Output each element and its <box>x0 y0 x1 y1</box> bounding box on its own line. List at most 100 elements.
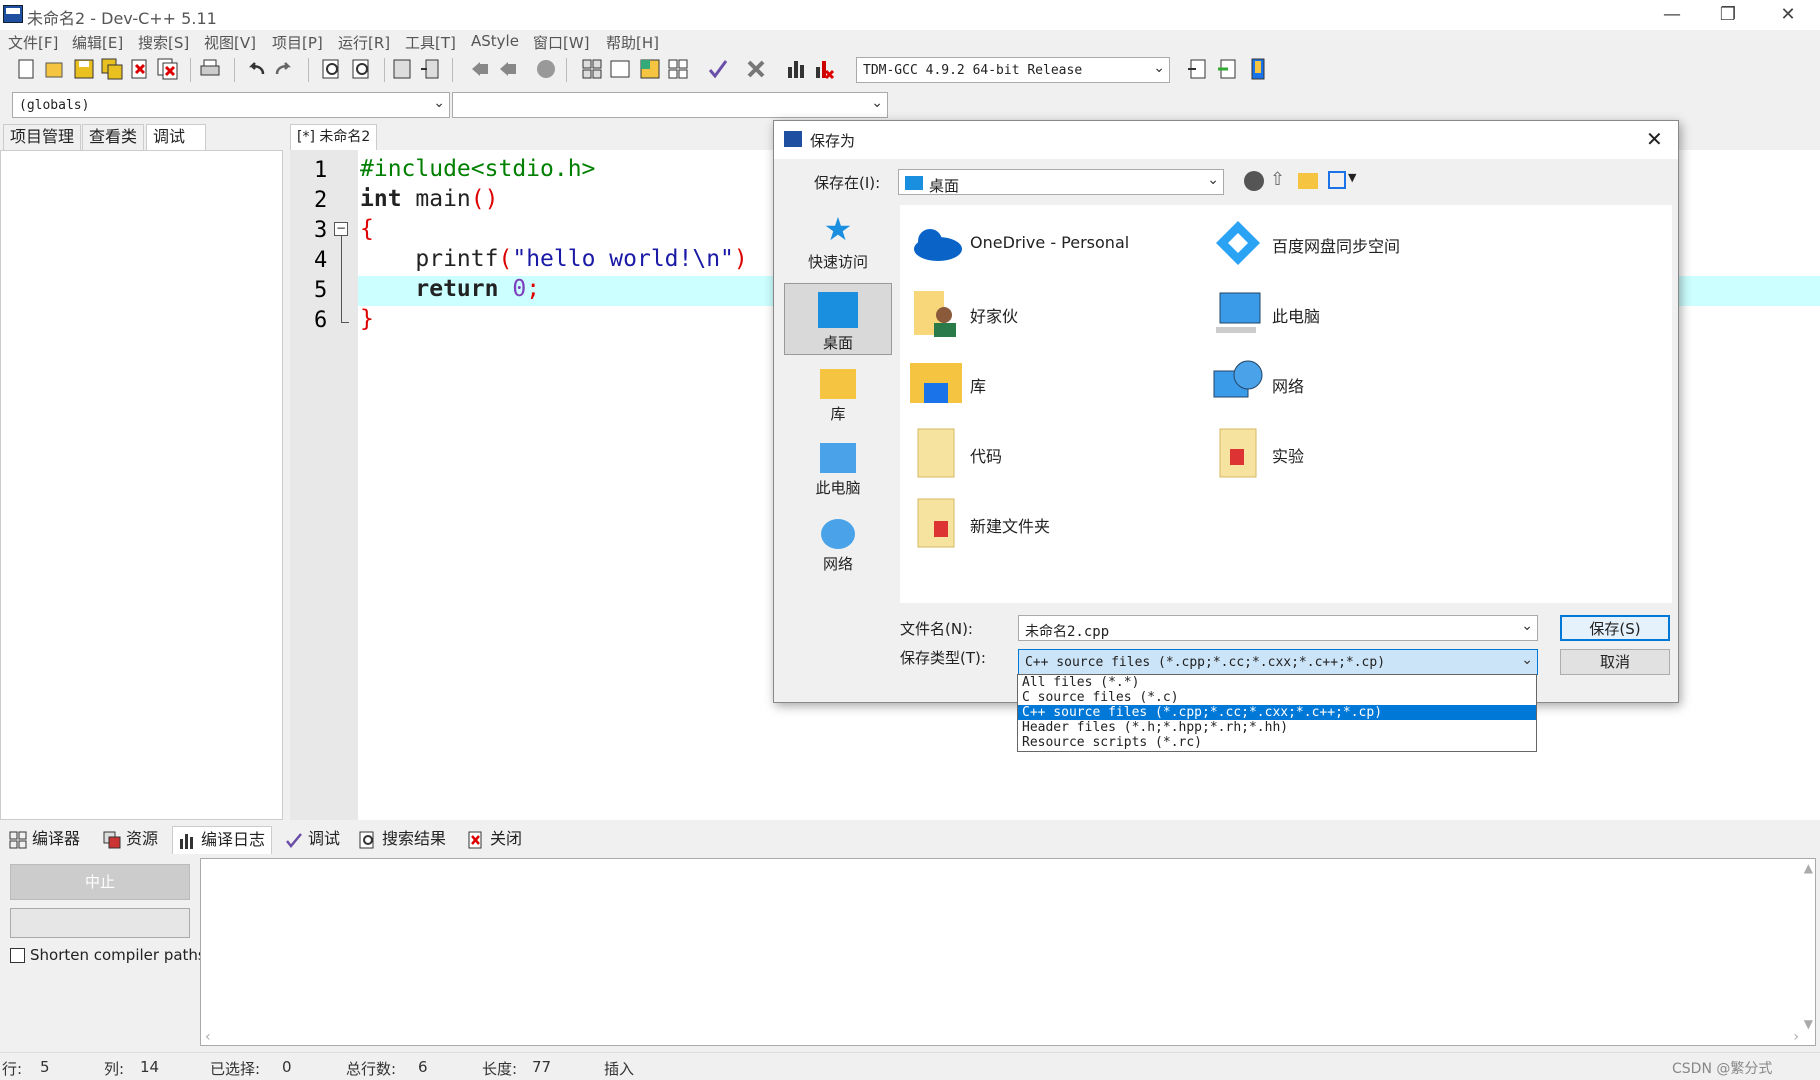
nav-desktop[interactable]: 桌面 <box>784 283 892 355</box>
menu-file[interactable]: 文件[F] <box>8 32 58 53</box>
chevron-down-icon: ⌄ <box>1207 172 1219 188</box>
open-file-icon[interactable] <box>42 57 66 81</box>
toggle-comment-icon[interactable] <box>1246 57 1270 81</box>
compiler-select[interactable]: TDM-GCC 4.9.2 64-bit Release ⌄ <box>856 57 1170 83</box>
print-icon[interactable] <box>198 57 222 81</box>
bookmark-icon[interactable] <box>534 57 558 81</box>
redo-icon[interactable] <box>272 57 296 81</box>
tab-debug[interactable]: 调试 <box>146 124 206 150</box>
menu-run[interactable]: 运行[R] <box>338 32 390 53</box>
forward-icon[interactable] <box>496 57 520 81</box>
menu-tools[interactable]: 工具[T] <box>405 32 456 53</box>
back-icon[interactable] <box>468 57 492 81</box>
menu-search[interactable]: 搜索[S] <box>138 32 189 53</box>
goto-icon[interactable] <box>1216 57 1240 81</box>
new-folder-icon[interactable] <box>1298 173 1318 189</box>
chevron-down-icon: ⌄ <box>871 95 883 111</box>
filename-input[interactable]: 未命名2.cpp ⌄ <box>1018 615 1538 641</box>
compile-log-output[interactable]: ▲ ▼ ‹ › <box>200 858 1816 1046</box>
devcpp-logo-icon <box>3 5 23 23</box>
filetype-select[interactable]: C++ source files (*.cpp;*.cc;*.cxx;*.c++… <box>1018 649 1538 675</box>
filetype-option[interactable]: C source files (*.c) <box>1018 690 1536 705</box>
unindent-icon[interactable] <box>418 57 442 81</box>
nav-this-pc[interactable]: 此电脑 <box>784 443 892 498</box>
save-icon[interactable] <box>72 57 96 81</box>
computer-icon <box>820 443 856 473</box>
filetype-option[interactable]: Resource scripts (*.rc) <box>1018 735 1536 750</box>
filetype-dropdown[interactable]: All files (*.*) C source files (*.c) C++… <box>1017 674 1537 752</box>
tab-classes[interactable]: 查看类 <box>82 124 145 150</box>
scroll-up-icon[interactable]: ▲ <box>1804 861 1813 875</box>
view-menu-icon[interactable] <box>1328 171 1346 189</box>
close-file-icon[interactable] <box>128 57 152 81</box>
menu-window[interactable]: 窗口[W] <box>533 32 590 53</box>
tab-close[interactable]: 关闭 <box>462 826 522 854</box>
menu-view[interactable]: 视图[V] <box>204 32 256 53</box>
tab-compiler[interactable]: 编译器 <box>4 826 80 854</box>
desktop-icon <box>905 176 923 190</box>
close-all-icon[interactable] <box>156 57 180 81</box>
menu-astyle[interactable]: AStyle <box>471 32 519 50</box>
menu-edit[interactable]: 编辑[E] <box>72 32 123 53</box>
globals-select[interactable]: (globals) ⌄ <box>12 92 450 118</box>
stop-icon[interactable] <box>744 57 768 81</box>
line-number: 4 <box>314 248 328 273</box>
shorten-paths-checkbox[interactable] <box>10 948 25 963</box>
tab-search-results[interactable]: 搜索结果 <box>354 826 446 854</box>
fold-toggle-icon[interactable]: − <box>334 222 348 236</box>
compile-icon[interactable] <box>580 57 604 81</box>
new-file-icon[interactable] <box>14 57 38 81</box>
baidu-netdisk-icon <box>1210 215 1266 271</box>
minimize-button[interactable]: — <box>1646 2 1698 28</box>
nav-quick-access[interactable]: ★ 快速访问 <box>784 211 892 272</box>
status-col-label: 列: <box>104 1060 125 1078</box>
close-button[interactable]: ✕ <box>1762 2 1814 28</box>
run-icon[interactable] <box>608 57 632 81</box>
restore-button[interactable]: ❐ <box>1702 2 1754 28</box>
filetype-option[interactable]: All files (*.*) <box>1018 675 1536 690</box>
cancel-button[interactable]: 取消 <box>1560 649 1670 675</box>
menu-bar: 文件[F] 编辑[E] 搜索[S] 视图[V] 项目[P] 运行[R] 工具[T… <box>0 30 1820 52</box>
save-in-select[interactable]: 桌面 ⌄ <box>898 169 1224 195</box>
computer-icon <box>1210 285 1266 341</box>
back-icon[interactable] <box>1244 171 1264 191</box>
status-sel: 0 <box>282 1058 292 1076</box>
insert-icon[interactable] <box>1186 57 1210 81</box>
function-select[interactable]: ⌄ <box>452 92 888 118</box>
find-icon[interactable] <box>320 57 344 81</box>
status-mode: 插入 <box>604 1060 635 1078</box>
menu-help[interactable]: 帮助[H] <box>606 32 659 53</box>
chart-icon[interactable] <box>784 57 808 81</box>
tab-project[interactable]: 项目管理 <box>3 124 82 150</box>
tab-compile-log[interactable]: 编译日志 <box>172 826 273 854</box>
save-all-icon[interactable] <box>100 57 124 81</box>
status-lines: 6 <box>418 1058 428 1076</box>
indent-icon[interactable] <box>390 57 414 81</box>
scroll-left-icon[interactable]: ‹ <box>205 1029 211 1045</box>
status-col: 14 <box>140 1058 160 1076</box>
up-folder-icon[interactable]: ⇧ <box>1270 169 1285 190</box>
tab-resources[interactable]: 资源 <box>98 826 158 854</box>
filetype-option[interactable]: Header files (*.h;*.hpp;*.rh;*.hh) <box>1018 720 1536 735</box>
tab-editor-file[interactable]: [*] 未命名2 <box>290 124 378 150</box>
undo-icon[interactable] <box>244 57 268 81</box>
filetype-option-selected[interactable]: C++ source files (*.cpp;*.cc;*.cxx;*.c++… <box>1018 705 1536 720</box>
scroll-down-icon[interactable]: ▼ <box>1804 1017 1813 1031</box>
title-bar: 未命名2 - Dev-C++ 5.11 — ❐ ✕ <box>0 0 1820 30</box>
nav-network[interactable]: 网络 <box>784 519 892 574</box>
profile-icon[interactable] <box>812 57 836 81</box>
abort-button[interactable]: 中止 <box>10 864 190 900</box>
scroll-right-icon[interactable]: › <box>1793 1029 1799 1045</box>
dialog-close-icon[interactable]: ✕ <box>1646 127 1663 151</box>
menu-project[interactable]: 项目[P] <box>272 32 323 53</box>
compile-run-icon[interactable] <box>638 57 662 81</box>
rebuild-icon[interactable] <box>666 57 690 81</box>
save-in-value: 桌面 <box>929 177 960 195</box>
nav-library[interactable]: 库 <box>784 369 892 424</box>
debug-check-icon[interactable] <box>706 57 730 81</box>
replace-icon[interactable] <box>350 57 374 81</box>
chevron-down-icon[interactable]: ▼ <box>1348 171 1356 184</box>
code-line: #include<stdio.h> <box>360 156 596 182</box>
save-button[interactable]: 保存(S) <box>1560 615 1670 641</box>
tab-debug-bottom[interactable]: 调试 <box>280 826 340 854</box>
